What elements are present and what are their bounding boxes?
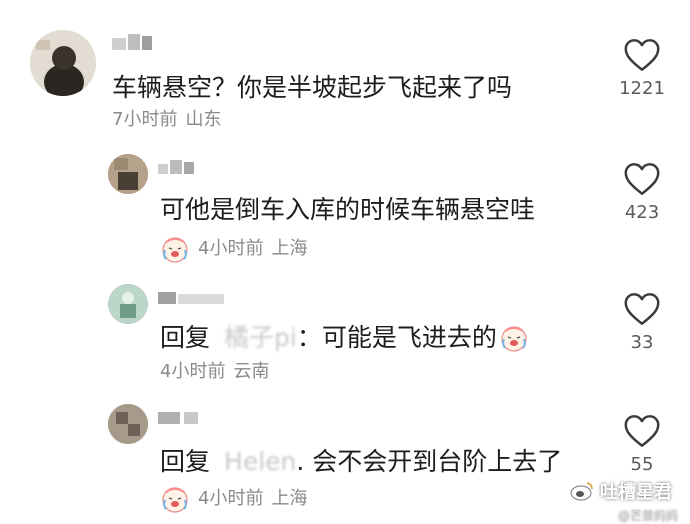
avatar-image — [108, 284, 148, 324]
avatar[interactable] — [108, 404, 148, 444]
weibo-logo-icon — [570, 482, 593, 501]
reply-prefix: 回复 — [160, 447, 211, 476]
like-count: 33 — [630, 332, 654, 353]
crying-laughing-face-icon — [162, 487, 188, 513]
watermark-sub: @芒果妈妈 — [617, 509, 678, 523]
avatar[interactable] — [108, 284, 148, 324]
like-button[interactable]: 33 — [602, 292, 682, 353]
watermark-brand: 吐槽星君 — [600, 482, 672, 503]
comment-text: 可他是倒车入库的时候车辆悬空哇 — [160, 195, 536, 224]
comment-location: 山东 — [185, 109, 222, 130]
username-redacted — [158, 288, 228, 306]
username-redacted — [158, 158, 202, 176]
comment-meta: 4小时前 云南 — [160, 360, 269, 384]
comment-meta: 4小时前 上海 — [160, 484, 307, 514]
comment-text: 回复 Helen . 会不会开到台阶上去了 — [160, 446, 562, 478]
heart-outline-icon — [624, 293, 660, 325]
username-redacted — [112, 34, 154, 52]
reply-text: ：可能是飞进去的 — [296, 323, 497, 352]
comment-time: 7小时前 — [112, 109, 178, 130]
comment-meta: 7小时前 山东 — [112, 108, 221, 132]
avatar-image — [30, 30, 96, 96]
crying-laughing-face-icon — [501, 326, 527, 352]
reply-prefix: 回复 — [160, 323, 211, 352]
like-button[interactable]: 423 — [602, 162, 682, 223]
comment-location: 上海 — [271, 488, 308, 509]
heart-outline-icon — [624, 163, 660, 195]
username-redacted — [158, 408, 208, 426]
like-button[interactable]: 55 — [602, 414, 682, 475]
comment-text: 车辆悬空？你是半坡起步飞起来了吗 — [112, 73, 513, 102]
comment-time: 4小时前 — [198, 238, 264, 259]
avatar-image — [108, 154, 148, 194]
avatar[interactable] — [30, 30, 96, 96]
like-count: 55 — [630, 454, 654, 475]
avatar[interactable] — [108, 154, 148, 194]
like-count: 1221 — [619, 78, 665, 99]
heart-outline-icon — [624, 39, 660, 71]
reply-to-username[interactable]: Helen — [224, 446, 296, 478]
comment-time: 4小时前 — [160, 361, 226, 382]
watermark: 吐槽星君 — [570, 478, 672, 504]
comment-location: 上海 — [271, 238, 308, 259]
comment-location: 云南 — [233, 361, 270, 382]
like-button[interactable]: 1221 — [602, 38, 682, 99]
like-count: 423 — [624, 202, 660, 223]
comment-time: 4小时前 — [198, 488, 264, 509]
reply-text: . 会不会开到台阶上去了 — [296, 447, 563, 476]
comment-meta: 4小时前 上海 — [160, 234, 307, 264]
heart-outline-icon — [624, 415, 660, 447]
comment-text: 回复 橘子pi ：可能是飞进去的 — [160, 322, 529, 354]
reply-to-username[interactable]: 橘子pi — [224, 322, 297, 354]
crying-laughing-face-icon — [162, 237, 188, 263]
avatar-image — [108, 404, 148, 444]
